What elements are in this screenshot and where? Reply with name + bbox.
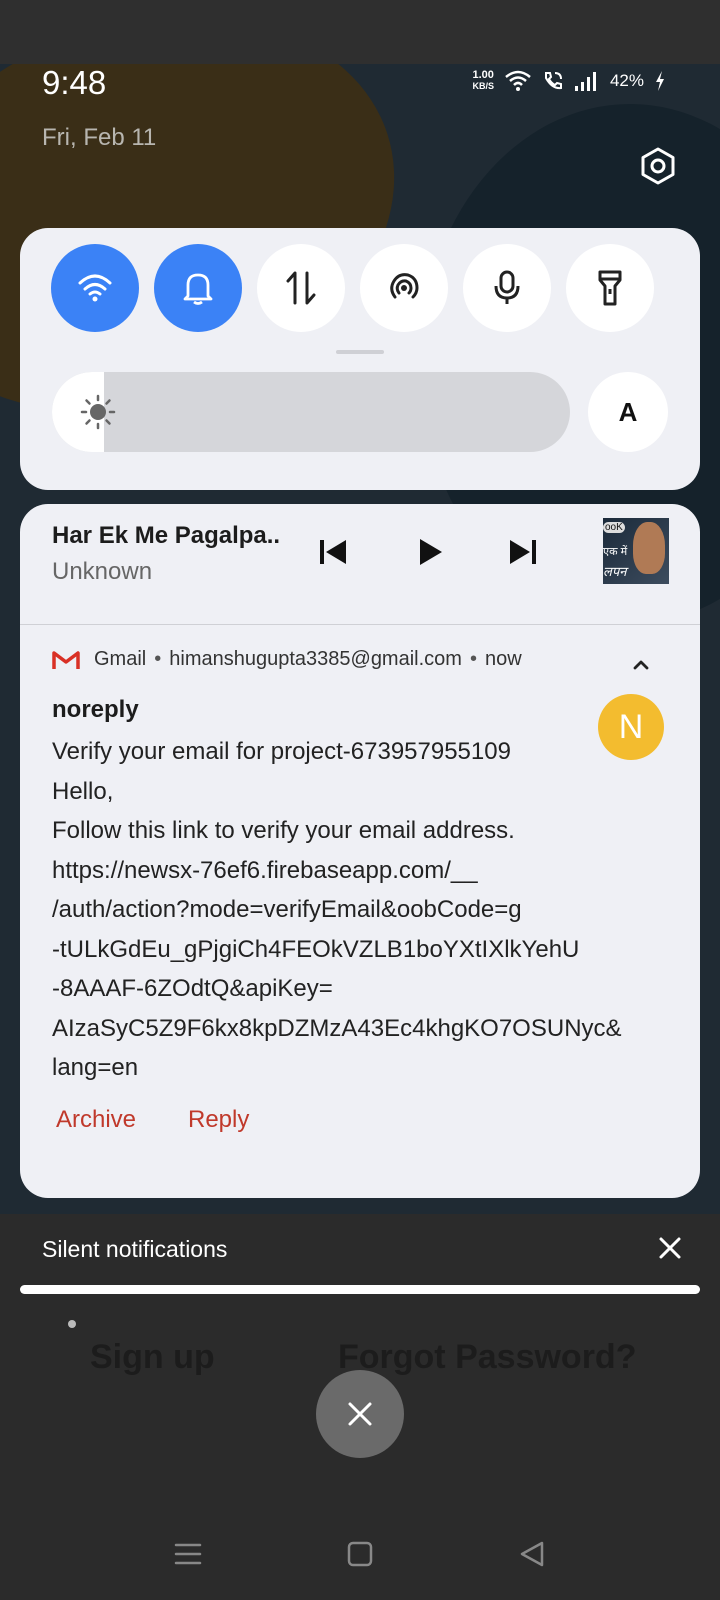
wifi-toggle[interactable] xyxy=(51,244,139,332)
home-icon[interactable] xyxy=(344,1538,376,1570)
brightness-slider[interactable] xyxy=(52,372,570,452)
status-icons: 1.00 KB/S 42% xyxy=(472,70,666,92)
notification-time: now xyxy=(484,648,522,670)
previous-track-icon[interactable] xyxy=(314,532,354,572)
next-track-icon[interactable] xyxy=(502,532,542,572)
divider xyxy=(20,624,700,625)
back-icon[interactable] xyxy=(516,1538,548,1570)
archive-button[interactable]: Archive xyxy=(56,1106,136,1134)
bell-icon xyxy=(183,273,213,305)
reply-button[interactable]: Reply xyxy=(188,1106,249,1134)
silent-notifications-label: Silent notifications xyxy=(42,1236,228,1262)
wifi-icon xyxy=(78,274,112,302)
brightness-sun-icon xyxy=(80,394,116,430)
hotspot-toggle[interactable] xyxy=(360,244,448,332)
forgot-password-link: Forgot Password? xyxy=(338,1338,637,1376)
media-title: Har Ek Me Pagalpa.. xyxy=(52,522,281,549)
flashlight-toggle[interactable] xyxy=(566,244,654,332)
close-icon xyxy=(348,1402,372,1426)
account-email: himanshugupta3385@gmail.com xyxy=(169,648,462,670)
settings-gear-icon[interactable] xyxy=(638,146,678,186)
close-icon[interactable] xyxy=(656,1234,684,1262)
net-speed: 1.00 KB/S xyxy=(472,69,494,92)
auto-brightness-button[interactable]: A xyxy=(588,372,668,452)
signal-icon xyxy=(574,72,596,91)
battery-percent: 42% xyxy=(609,71,644,90)
charging-icon xyxy=(656,71,664,91)
play-icon[interactable] xyxy=(410,532,450,572)
status-date: Fri, Feb 11 xyxy=(42,124,157,151)
gmail-header[interactable]: Gmail • himanshugupta3385@gmail.com • no… xyxy=(52,648,522,671)
silent-notifications-bar[interactable] xyxy=(20,1285,700,1294)
media-artist: Unknown xyxy=(52,558,153,585)
gmail-icon xyxy=(52,650,80,669)
sender-name: noreply xyxy=(52,696,139,723)
microphone-toggle[interactable] xyxy=(463,244,551,332)
app-name: Gmail xyxy=(94,648,147,670)
sound-toggle[interactable] xyxy=(154,244,242,332)
background-dot xyxy=(68,1320,76,1328)
quick-settings-panel: A xyxy=(20,228,700,490)
hotspot-icon xyxy=(390,273,419,299)
microphone-icon xyxy=(494,270,520,304)
menu-icon[interactable] xyxy=(172,1538,204,1570)
panel-drag-handle[interactable] xyxy=(336,350,384,354)
album-art[interactable]: ooK एक में लपन xyxy=(603,518,669,584)
status-time: 9:48 xyxy=(42,64,107,101)
notification-card: Har Ek Me Pagalpa.. Unknown ooK एक में ल… xyxy=(20,504,700,1198)
data-arrows-icon xyxy=(286,271,316,305)
message-body[interactable]: Verify your email for project-6739579551… xyxy=(52,732,622,1088)
wifi-status-icon xyxy=(505,70,531,91)
mobile-data-toggle[interactable] xyxy=(257,244,345,332)
flashlight-icon xyxy=(598,270,622,306)
chevron-up-icon[interactable] xyxy=(630,654,652,676)
top-strip xyxy=(0,0,720,64)
clear-all-button[interactable] xyxy=(316,1370,404,1458)
wifi-calling-icon xyxy=(544,72,562,90)
signup-link: Sign up xyxy=(90,1338,215,1376)
